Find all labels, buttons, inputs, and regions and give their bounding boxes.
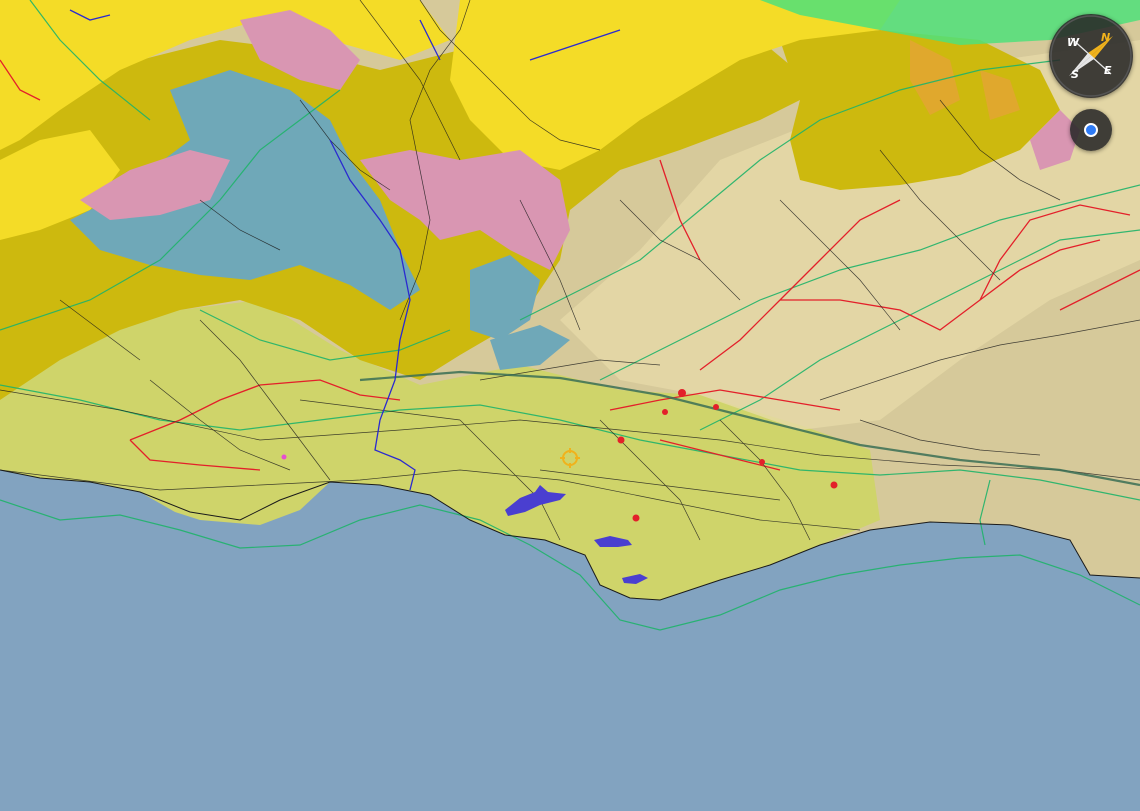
- map-canvas[interactable]: [0, 0, 1140, 811]
- map-view[interactable]: N W E S: [0, 0, 1140, 811]
- compass-south-label: S: [1071, 68, 1079, 81]
- my-location-button[interactable]: [1070, 109, 1112, 151]
- compass-east-label: E: [1104, 64, 1112, 77]
- poi-marker: [281, 454, 287, 460]
- compass-north-label: N: [1101, 31, 1111, 44]
- my-location-icon: [1084, 123, 1098, 137]
- map-center-crosshair: [560, 448, 580, 468]
- crosshair-icon: [560, 448, 580, 468]
- compass-icon: [1050, 15, 1132, 97]
- compass-button[interactable]: N W E S: [1049, 14, 1133, 98]
- compass-west-label: W: [1067, 36, 1080, 49]
